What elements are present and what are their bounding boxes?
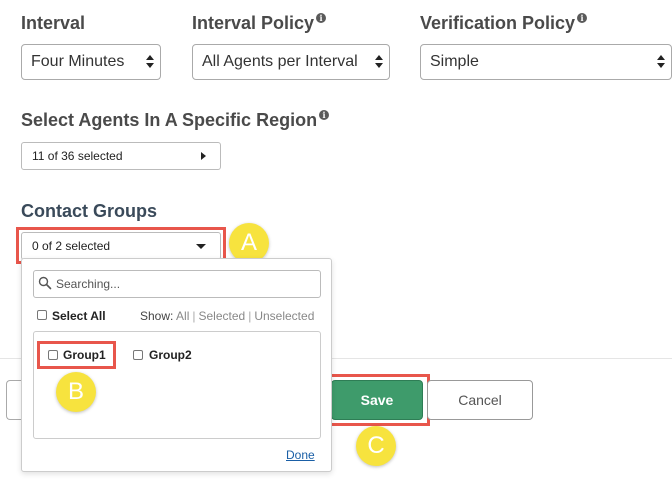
verification-policy-select-value: Simple [430,53,479,70]
marker-a: A [229,223,269,263]
contact-groups-label: Contact Groups [21,201,157,222]
search-placeholder: Searching... [56,277,121,291]
interval-policy-label-text: Interval Policy [192,13,315,33]
verification-policy-label-text: Verification Policy [420,13,576,33]
verification-policy-label: Verification Policy i [420,13,588,34]
marker-c-text: C [367,432,385,459]
highlight-box-c [324,374,430,426]
interval-select-value: Four Minutes [31,53,125,70]
interval-label-text: Interval [21,13,86,33]
interval-select[interactable]: Four Minutes [21,44,161,80]
done-link[interactable]: Done [286,448,315,462]
show-unselected-link[interactable]: Unselected [254,309,314,323]
marker-c: C [356,426,396,466]
caret-right-icon [201,152,206,160]
marker-b: B [56,372,96,412]
show-filter: Show: All | Selected | Unselected [140,309,315,323]
select-all-label[interactable]: Select All [52,309,106,323]
agents-region-label-text: Select Agents In A Specific Region [21,110,318,130]
interval-policy-select-value: All Agents per Interval [202,53,358,70]
select-arrows-icon [146,54,154,70]
interval-policy-select[interactable]: All Agents per Interval [192,44,390,80]
select-arrows-icon [657,54,665,70]
group2-label[interactable]: Group2 [149,348,192,362]
search-icon [38,276,52,290]
contact-groups-label-text: Contact Groups [21,201,158,221]
cancel-button[interactable]: Cancel [427,380,533,420]
group2-checkbox[interactable] [133,350,143,360]
select-all-checkbox[interactable] [37,310,47,320]
show-selected-link[interactable]: Selected [199,309,246,323]
highlight-box-b [37,341,116,369]
select-arrows-icon [375,54,383,70]
info-icon[interactable]: i [319,110,330,120]
interval-label: Interval [21,13,85,34]
search-input[interactable]: Searching... [33,270,321,298]
show-filter-label: Show: [140,309,174,323]
marker-b-text: B [67,378,84,405]
agents-region-select-value: 11 of 36 selected [32,149,123,163]
show-all-link[interactable]: All [176,309,189,323]
marker-a-text: A [240,229,257,256]
info-icon[interactable]: i [577,13,588,23]
interval-policy-label: Interval Policy i [192,13,327,34]
verification-policy-select[interactable]: Simple [420,44,672,80]
agents-region-label: Select Agents In A Specific Region i [21,110,330,131]
cancel-button-label: Cancel [458,392,502,408]
info-icon[interactable]: i [316,13,327,23]
agents-region-select[interactable]: 11 of 36 selected [21,142,221,170]
